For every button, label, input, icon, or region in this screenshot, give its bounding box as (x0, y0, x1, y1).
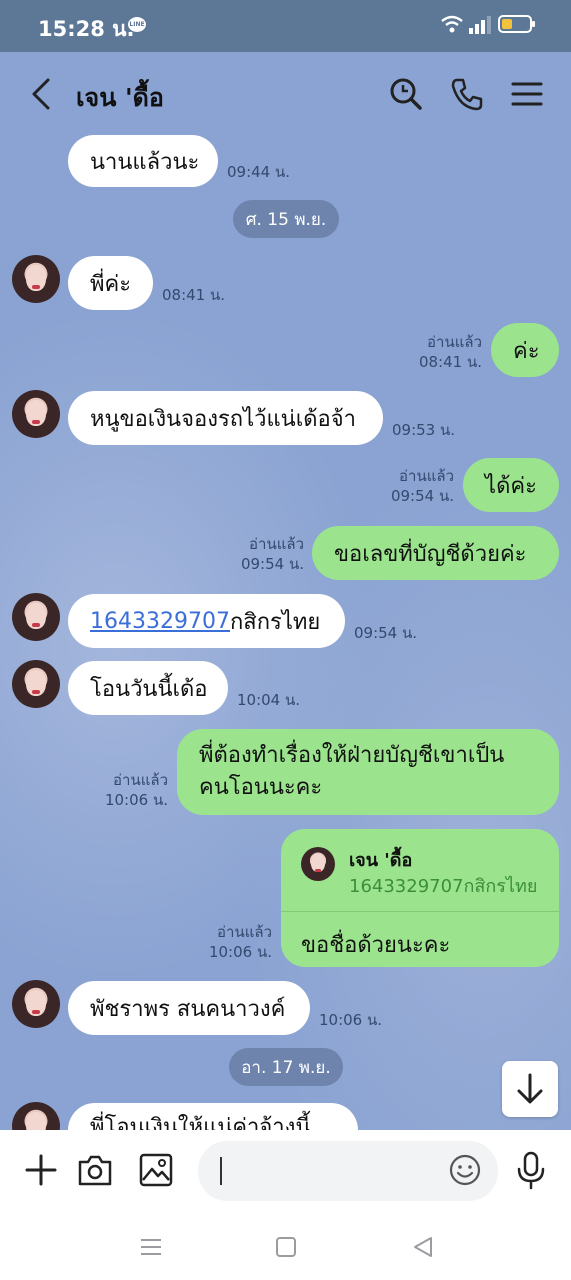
incoming-message-bubble[interactable]: พัชราพร สนคนาวงค์ (68, 981, 310, 1035)
message-text: นานแล้วนะ (90, 149, 200, 175)
incoming-message-bubble[interactable]: โอนวันนี้เด้อ (68, 661, 228, 715)
contact-avatar[interactable] (12, 593, 60, 641)
back-nav-icon[interactable] (410, 1234, 436, 1260)
date-separator: อา. 17 พ.ย. (229, 1048, 343, 1086)
recent-apps-icon[interactable] (138, 1234, 164, 1260)
phone-icon[interactable] (449, 76, 485, 112)
message-read-status: อ่านแล้ว 09:54 น. (390, 467, 454, 505)
message-time: 10:04 น. (237, 691, 301, 709)
message-time: 10:06 น. (319, 1011, 383, 1029)
message-read-status: อ่านแล้ว 08:41 น. (418, 333, 482, 371)
line-notification-icon: LINE (128, 17, 146, 32)
message-time: 08:41 น. (162, 286, 226, 304)
search-icon[interactable] (388, 76, 424, 112)
menu-icon[interactable] (509, 76, 545, 112)
contact-avatar[interactable] (12, 255, 60, 303)
reply-message-bubble[interactable]: เจน 'ดื้อ 1643329707กสิกรไทย ขอชื่อด้วยน… (281, 829, 559, 967)
message-text: พี่ค่ะ (90, 271, 132, 297)
outgoing-message-bubble[interactable]: ค่ะ (491, 323, 559, 377)
contact-avatar[interactable] (12, 390, 60, 438)
image-icon[interactable] (138, 1152, 174, 1188)
home-icon[interactable] (273, 1234, 299, 1260)
account-number-link[interactable]: 1643329707 (90, 609, 230, 634)
back-arrow-icon[interactable] (26, 76, 56, 112)
message-text: กสิกรไทย (229, 609, 321, 635)
message-text-line: คนโอนนะคะ (199, 775, 323, 800)
message-text: ค่ะ (513, 338, 540, 364)
chat-header: เจน 'ดื้อ (0, 52, 571, 137)
battery-icon (498, 15, 535, 33)
message-text: ขอเลขที่บัญชีด้วยค่ะ (334, 541, 527, 567)
outgoing-message-bubble[interactable]: ขอเลขที่บัญชีด้วยค่ะ (312, 526, 559, 580)
message-input-bar (0, 1130, 571, 1212)
date-separator: ศ. 15 พ.ย. (233, 200, 339, 238)
message-text: ขอชื่อด้วยนะคะ (301, 933, 451, 958)
incoming-message-bubble[interactable]: หนูขอเงินจองรถไว้แน่เด้อจ้า (68, 391, 383, 445)
quoted-avatar (301, 847, 335, 881)
contact-avatar[interactable] (12, 660, 60, 708)
incoming-message-bubble[interactable]: 1643329707 กสิกรไทย (68, 594, 345, 648)
message-time: 09:53 น. (392, 421, 456, 439)
outgoing-message-bubble[interactable]: พี่ต้องทำเรื่องให้ฝ่ายบัญชีเขาเป็น คนโอน… (177, 729, 559, 815)
message-read-status: อ่านแล้ว 10:06 น. (104, 771, 168, 809)
text-caret (220, 1157, 222, 1185)
status-bar: 15:28 น. LINE (0, 0, 571, 52)
message-text: พัชราพร สนคนาวงค์ (90, 996, 286, 1022)
message-time: 09:54 น. (354, 624, 418, 642)
message-time: 09:44 น. (227, 163, 291, 181)
system-nav-bar (0, 1212, 571, 1280)
signal-icon (469, 16, 491, 34)
quote-divider (281, 911, 559, 912)
message-read-status: อ่านแล้ว 09:54 น. (240, 535, 304, 573)
microphone-icon[interactable] (514, 1150, 548, 1190)
message-text: โอนวันนี้เด้อ (90, 676, 208, 702)
quoted-sender-name: เจน 'ดื้อ (349, 850, 413, 871)
wifi-icon (441, 15, 463, 33)
contact-avatar[interactable] (12, 980, 60, 1028)
emoji-icon[interactable] (449, 1154, 481, 1186)
camera-icon[interactable] (77, 1152, 113, 1188)
message-text-line: พี่ต้องทำเรื่องให้ฝ่ายบัญชีเขาเป็น (199, 743, 505, 768)
incoming-message-bubble[interactable]: นานแล้วนะ (68, 135, 218, 187)
message-text: หนูขอเงินจองรถไว้แน่เด้อจ้า (90, 406, 356, 432)
arrow-down-icon (517, 1073, 543, 1104)
quoted-message-text[interactable]: 1643329707กสิกรไทย (349, 871, 537, 900)
scroll-to-bottom-button[interactable] (502, 1061, 558, 1117)
chat-title: เจน 'ดื้อ (76, 83, 164, 112)
message-text: ได้ค่ะ (485, 473, 537, 499)
outgoing-message-bubble[interactable]: ได้ค่ะ (463, 458, 559, 512)
message-read-status: อ่านแล้ว 10:06 น. (208, 923, 272, 961)
plus-icon[interactable] (23, 1152, 59, 1188)
status-time: 15:28 น. (38, 17, 135, 41)
incoming-message-bubble[interactable]: พี่ค่ะ (68, 256, 153, 310)
